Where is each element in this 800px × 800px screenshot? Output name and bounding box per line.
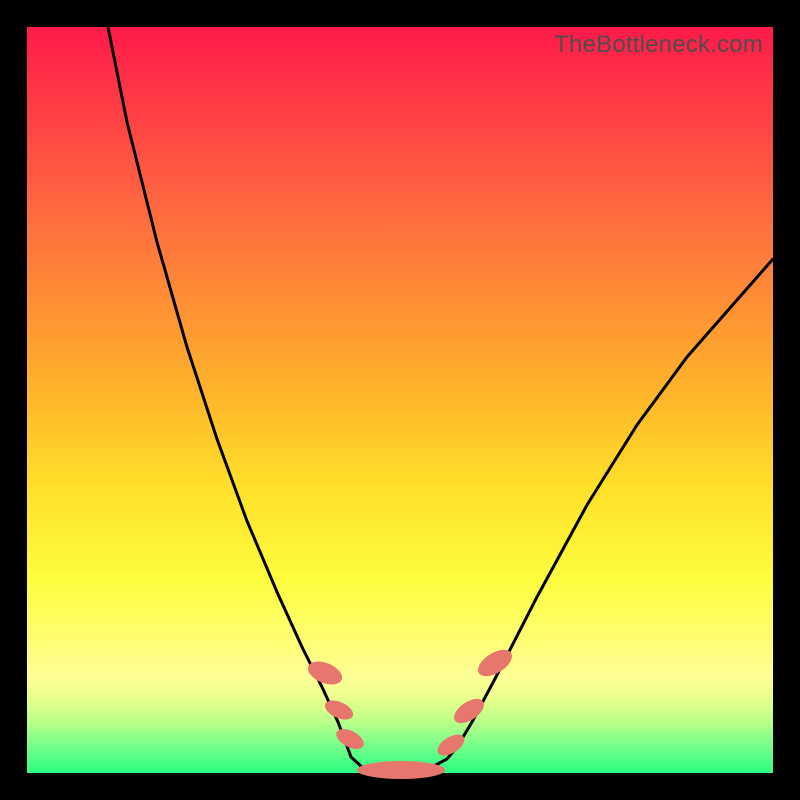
bottleneck-curve-path bbox=[108, 27, 773, 771]
chart-plot-area: TheBottleneck.com bbox=[27, 27, 773, 773]
bottleneck-curve-svg bbox=[27, 27, 773, 773]
watermark-text: TheBottleneck.com bbox=[554, 31, 763, 59]
left-cap-3 bbox=[333, 725, 367, 753]
right-cap-2 bbox=[450, 694, 488, 728]
chart-frame: TheBottleneck.com bbox=[0, 0, 800, 800]
floor-cap bbox=[357, 761, 445, 779]
